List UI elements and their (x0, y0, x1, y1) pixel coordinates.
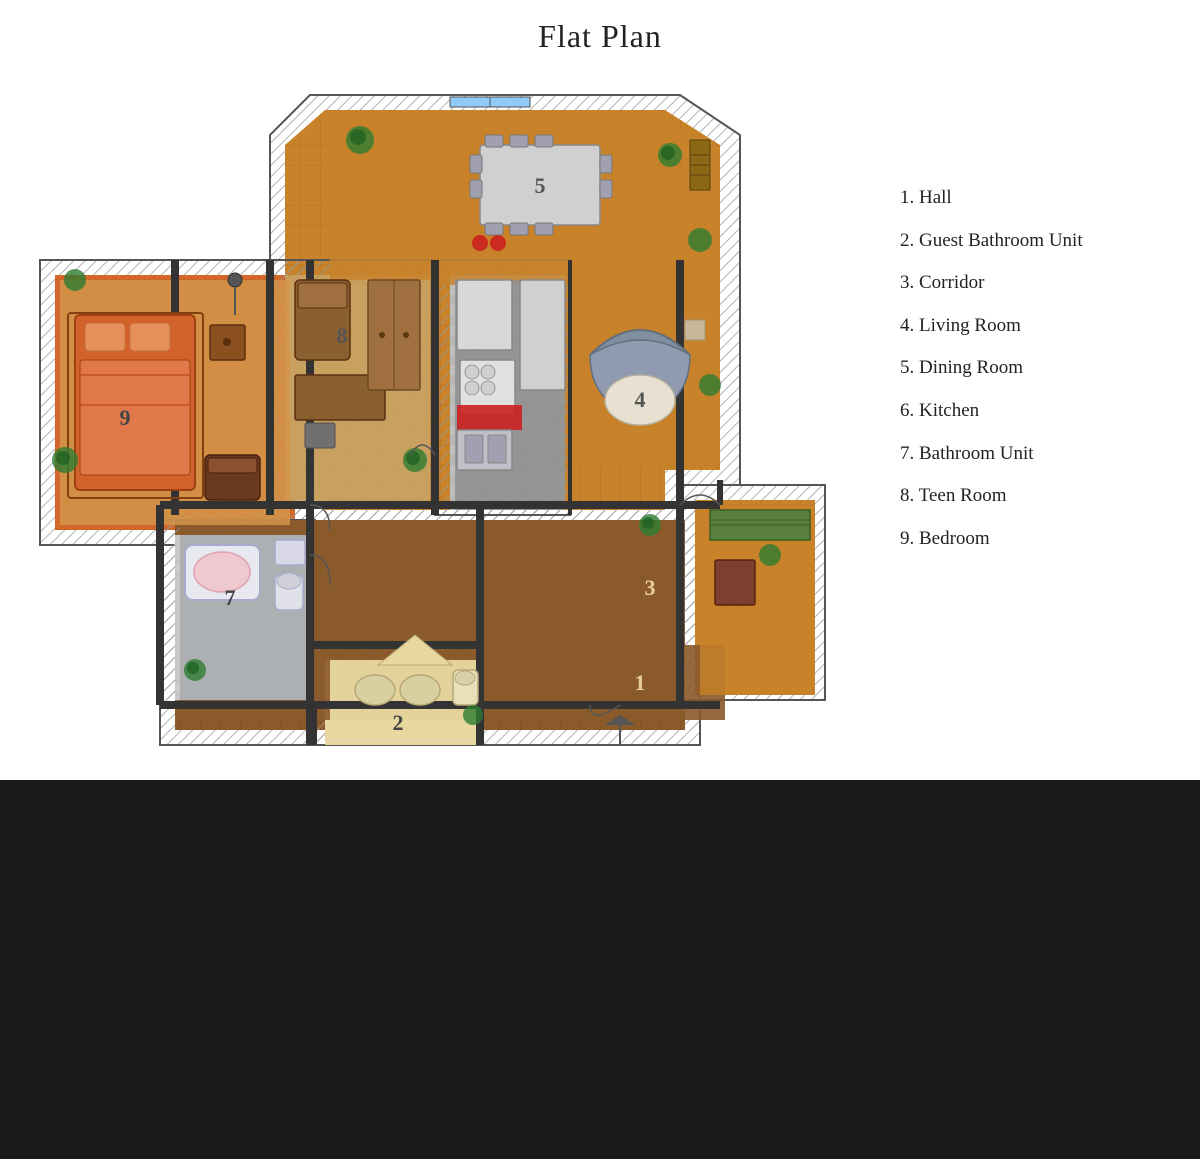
legend-number-7: 7. (900, 443, 919, 464)
legend-label-7: Bathroom Unit (919, 443, 1034, 464)
svg-text:2: 2 (393, 710, 404, 735)
legend-label-2: Guest Bathroom Unit (919, 230, 1083, 251)
legend-label-6: Kitchen (919, 400, 979, 421)
legend-label-8: Teen Room (919, 485, 1007, 506)
legend-number-1: 1. (900, 187, 919, 208)
floor-plan-container: 5 4 (20, 65, 890, 765)
legend-item-9: 9. Bedroom (900, 526, 1170, 553)
legend-number-6: 6. (900, 400, 919, 421)
legend-number-2: 2. (900, 230, 919, 251)
legend-number-8: 8. (900, 485, 919, 506)
legend-number-5: 5. (900, 357, 919, 378)
legend-item-7: 7. Bathroom Unit (900, 441, 1170, 468)
svg-text:3: 3 (645, 575, 656, 600)
svg-text:7: 7 (225, 585, 236, 610)
legend-item-1: 1. Hall (900, 185, 1170, 212)
legend-label-5: Dining Room (919, 357, 1023, 378)
legend: 1. Hall 2. Guest Bathroom Unit 3. Corrid… (900, 185, 1170, 568)
svg-text:9: 9 (120, 405, 131, 430)
legend-item-6: 6. Kitchen (900, 398, 1170, 425)
legend-item-8: 8. Teen Room (900, 483, 1170, 510)
legend-number-9: 9. (900, 528, 919, 549)
legend-label-1: Hall (919, 187, 952, 208)
legend-number-3: 3. (900, 272, 919, 293)
legend-item-5: 5. Dining Room (900, 355, 1170, 382)
legend-item-3: 3. Corridor (900, 270, 1170, 297)
top-section: Flat Plan (0, 0, 1200, 780)
legend-item-4: 4. Living Room (900, 313, 1170, 340)
legend-label-9: Bedroom (919, 528, 990, 549)
svg-text:8: 8 (337, 323, 348, 348)
legend-number-4: 4. (900, 315, 919, 336)
content-area: 5 4 (0, 65, 1200, 765)
legend-label-3: Corridor (919, 272, 984, 293)
legend-label-4: Living Room (919, 315, 1021, 336)
svg-text:5: 5 (535, 173, 546, 198)
page-title: Flat Plan (0, 0, 1200, 55)
svg-text:1: 1 (635, 670, 646, 695)
legend-item-2: 2. Guest Bathroom Unit (900, 228, 1170, 255)
floor-plan-svg: 5 4 (20, 65, 860, 755)
svg-text:4: 4 (635, 387, 646, 412)
bottom-section (0, 780, 1200, 1159)
